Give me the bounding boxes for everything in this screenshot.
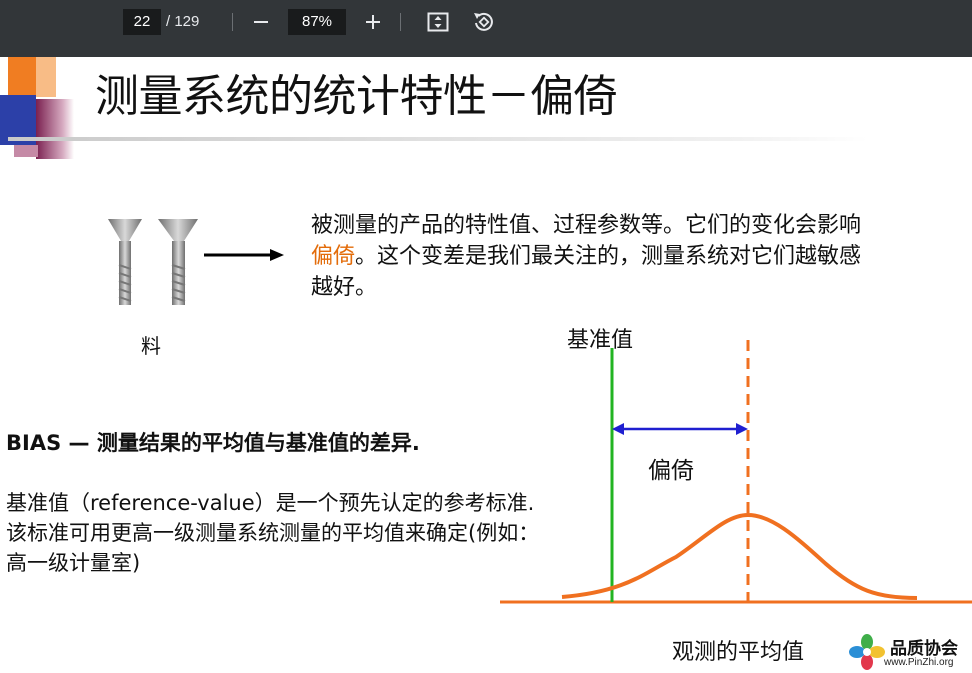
pinzhi-logo: 品质协会 www.PinZhi.org [848,633,972,673]
decor-block [36,99,74,159]
plus-icon [366,15,380,29]
bias-heading: BIAS — 测量结果的平均值与基准值的差异. [6,431,420,455]
zoom-input[interactable]: 87% [288,9,346,35]
material-label: 料 [141,334,161,358]
zoom-in-button[interactable] [360,9,386,35]
page-number-input[interactable]: 22 [123,9,161,35]
description-text: 被测量的产品的特性值、过程参数等。它们的变化会影响偏倚。这个变差是我们最关注的，… [311,210,866,303]
x-axis-label: 观测的平均值 [672,640,805,665]
screws-illustration [108,219,284,305]
description-part-2: 。这个变差是我们最关注的，测量系统对它们越敏感越好。 [311,244,862,300]
toolbar-divider [400,13,401,31]
rotate-icon [474,12,493,31]
zoom-out-button[interactable] [248,9,274,35]
rotate-button[interactable] [470,9,496,35]
slide-title: 测量系统的统计特性－偏倚 [95,71,618,122]
bias-arrow-head-left [612,423,624,435]
decor-block [14,145,38,157]
distribution-curve [561,512,918,600]
bias-definition: 基准值（reference-value）是一个预先认定的参考标准. 该标准可用更… [6,491,540,575]
slide: 测量系统的统计特性－偏倚 被测量的产品的特性值、过程参数等。它们的变化会影响偏倚… [0,57,972,673]
pdf-toolbar: 22 / 129 87% [0,0,972,57]
screw-icon [158,219,198,305]
minus-icon [254,21,268,23]
logo-flower-icon [849,634,885,670]
logo-text-en: www.PinZhi.org [884,657,954,668]
fit-page-button[interactable] [425,9,451,35]
description-part-1: 被测量的产品的特性值、过程参数等。它们的变化会影响 [311,213,862,238]
decor-block [36,57,56,97]
title-underline [8,137,868,141]
description-highlight: 偏倚 [311,244,356,269]
decor-block [8,57,36,97]
toolbar-divider [232,13,233,31]
bias-label: 偏倚 [648,458,694,484]
fit-page-icon [427,12,449,32]
bias-arrow-head-right [736,423,748,435]
bias-diagram [500,340,972,604]
screw-icon [108,219,142,305]
logo-text-cn: 品质协会 [890,639,958,659]
reference-value-label: 基准值 [567,328,634,353]
page-total: / 129 [166,13,200,30]
right-arrow-icon [204,249,284,261]
